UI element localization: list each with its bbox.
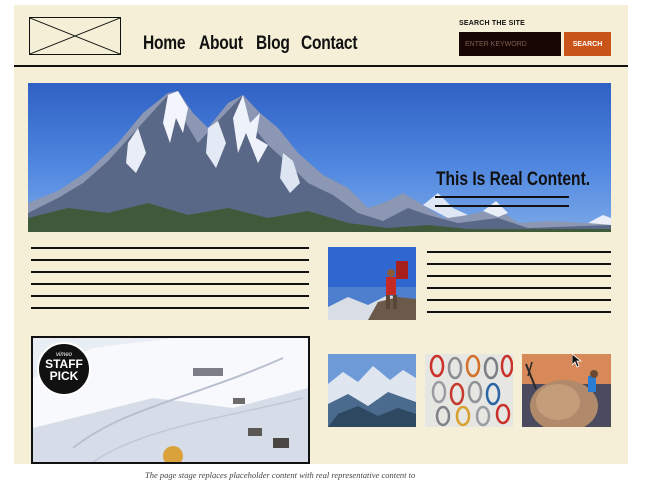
figure-caption: The page stage replaces placeholder cont… <box>145 470 416 480</box>
mouse-cursor-icon <box>572 354 582 368</box>
placeholder-line <box>31 307 309 309</box>
badge-line-2: PICK <box>49 369 79 383</box>
logo-placeholder-icon[interactable] <box>29 17 121 55</box>
nav-blog[interactable]: Blog <box>256 33 290 55</box>
nav-about[interactable]: About <box>199 33 243 55</box>
video-player[interactable]: vimeo STAFF PICK <box>31 336 310 464</box>
search-label: SEARCH THE SITE <box>459 20 526 27</box>
placeholder-line <box>427 263 611 265</box>
hero-underline-2 <box>435 205 569 207</box>
search-input[interactable] <box>459 32 561 56</box>
hero-banner: This Is Real Content. <box>28 83 611 232</box>
placeholder-line <box>31 271 309 273</box>
placeholder-line <box>31 295 309 297</box>
placeholder-line <box>427 251 611 253</box>
mountain-image <box>28 91 611 232</box>
hero-title: This Is Real Content. <box>436 169 591 190</box>
hero-underline <box>435 196 569 198</box>
text-placeholder-lines-left <box>31 247 309 319</box>
header-divider <box>14 65 628 67</box>
placeholder-line <box>31 283 309 285</box>
nav-home[interactable]: Home <box>143 33 186 55</box>
bouldering-photo[interactable] <box>522 354 611 427</box>
search-button[interactable]: SEARCH <box>564 32 611 56</box>
placeholder-line <box>427 299 611 301</box>
placeholder-line <box>427 275 611 277</box>
placeholder-line <box>31 247 309 249</box>
carabiners-photo[interactable] <box>425 354 513 427</box>
snowy-mountains-photo[interactable] <box>328 354 416 427</box>
nav-contact[interactable]: Contact <box>301 33 358 55</box>
main-nav: Home About Blog Contact <box>143 33 360 55</box>
placeholder-line <box>427 287 611 289</box>
staff-pick-badge: vimeo STAFF PICK <box>37 342 91 396</box>
placeholder-line <box>31 259 309 261</box>
placeholder-line <box>427 311 611 313</box>
text-placeholder-lines-right <box>427 251 611 323</box>
page-canvas: Home About Blog Contact SEARCH THE SITE … <box>14 5 628 464</box>
climber-photo[interactable] <box>328 247 416 320</box>
